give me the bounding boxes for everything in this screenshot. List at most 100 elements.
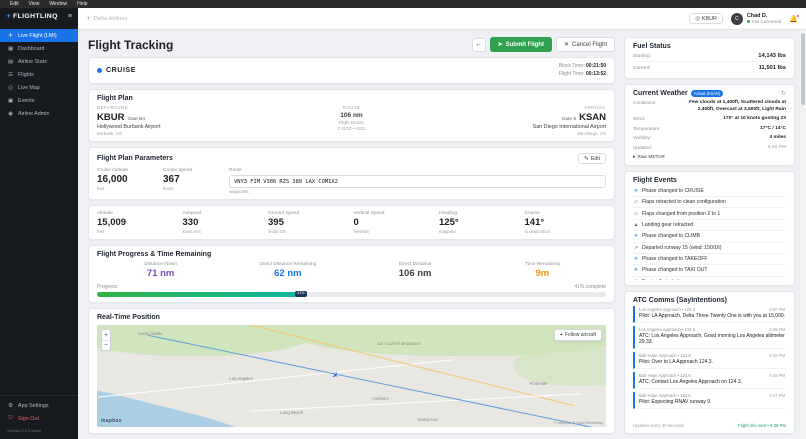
raw-metar-toggle[interactable]: ▸ Raw METAR	[633, 155, 786, 160]
app-logo: FLIGHTLINQ	[13, 13, 58, 20]
map-attribution: © Mapbox © OpenStreetMap	[553, 421, 603, 425]
notifications-bell-icon[interactable]: 🔔	[789, 13, 800, 23]
menu-view[interactable]: View	[29, 1, 40, 7]
connected-dot-icon	[746, 20, 750, 24]
flight-plan-parameters-card: Flight Plan Parameters ✎ Edit Cruise Alt…	[88, 147, 615, 200]
sidebar-item-airline-stats[interactable]: ▤ Airline Stats	[0, 55, 78, 68]
weather-temperature-row: Temperature: 17°C / 14°C	[633, 125, 786, 131]
metric-heading: Heading 125° magnetic	[439, 211, 459, 234]
cruise-altitude-block: Cruise Altitude 16,000 feet	[97, 168, 149, 194]
pencil-icon: ✎	[584, 155, 589, 162]
close-icon: ✕	[563, 42, 569, 48]
cruise-speed-value: 367	[163, 174, 180, 185]
metric-ground-speed: Ground Speed 395 knots GS	[268, 211, 300, 234]
page-scrollbar-thumb[interactable]	[801, 33, 805, 105]
phase-card: CRUISE Block Time: 00:21:50 Flight Time:…	[88, 57, 615, 84]
plane-icon: ✈	[8, 32, 13, 39]
flight-time-label: Flight Time:	[558, 70, 585, 77]
departure-block: DEPARTURE KBUR Gate B4 Hollywood Burbank…	[97, 105, 267, 136]
refresh-icon[interactable]: ↻	[781, 90, 786, 97]
progress-card: Flight Progress & Time Remaining Distanc…	[88, 245, 615, 303]
sign-out-icon: ⎋	[8, 415, 13, 421]
cruise-altitude-value: 16,000	[97, 174, 128, 185]
menu-help[interactable]: Help	[77, 1, 87, 7]
logo-row: ✈ FLIGHTLINQ ≡	[0, 8, 78, 24]
menu-window[interactable]: Window	[49, 1, 67, 7]
back-button[interactable]: ←	[471, 37, 486, 52]
chart-icon: ▤	[7, 58, 14, 65]
flight-time-value: 00:13:52	[585, 70, 606, 77]
user-menu[interactable]: C Chad D. Sim Connected	[730, 12, 781, 25]
list-icon: ☰	[8, 71, 13, 78]
sidebar-item-dashboard[interactable]: ▦ Dashboard	[0, 42, 78, 55]
atc-messages-list[interactable]: Los Angeles Approach • 124.3 6:50 PM Pil…	[633, 305, 786, 421]
atc-message: Los Angeles Approach • 124.3 6:49 PM ATC…	[633, 325, 786, 350]
zoom-in-button[interactable]: +	[102, 330, 110, 340]
metric-course: Course 141° to destination	[524, 211, 551, 234]
atc-message: Bob Hope Approach • 124.6 6:47 PM Pilot:…	[633, 392, 786, 410]
airport-button[interactable]: ◎ KBUR	[689, 13, 723, 24]
admin-icon: ◉	[8, 110, 13, 117]
sidebar-item-sign-out[interactable]: ⎋ Sign Out	[0, 412, 78, 425]
airline-indicator[interactable]: ✈ Delta Airlines	[86, 16, 127, 22]
event-row: ▲ Landing gear retracted	[633, 220, 786, 232]
menu-edit[interactable]: Edit	[10, 1, 19, 7]
flight-events-card: Flight Events ✈ Phase changed to CRUISE …	[624, 170, 795, 286]
arrival-block: ARRIVAL Gate 9 KSAN San Diego Internatio…	[436, 105, 606, 136]
sidebar-item-live-map[interactable]: ◎ Live Map	[0, 81, 78, 94]
cancel-flight-button[interactable]: ✕ Cancel Flight	[555, 37, 615, 52]
sidebar-item-live-flight[interactable]: ✈ Live Flight (LMI)	[0, 29, 78, 42]
app-version: Version 0.2.5 beta2	[7, 428, 42, 433]
sidebar-item-airline-admin[interactable]: ◉ Airline Admin	[0, 107, 78, 120]
atc-update-interval: Updates every 30 seconds	[633, 423, 684, 428]
atc-message: Bob Hope Approach • 124.6 6:48 PM ATC: C…	[633, 372, 786, 390]
fuel-status-card: Fuel Status Starting: 14,143 lbs Current…	[624, 37, 795, 79]
map-label: Santa Clarita	[137, 331, 163, 337]
map-label: Santa Ana	[417, 416, 438, 422]
event-row: ✈ Phase changed to CRUISE	[633, 186, 786, 198]
aircraft-registration: C-GGZ • A321	[337, 126, 366, 131]
sidebar-item-flights[interactable]: ☰ Flights	[0, 68, 78, 81]
metric-vertical-speed: Vertical Speed 0 feet/min	[353, 211, 385, 234]
current-weather-card: Current Weather Arrival (KSAN) ↻ Conditi…	[624, 84, 795, 166]
atc-message: Bob Hope Approach • 124.6 6:49 PM Pilot:…	[633, 352, 786, 370]
progress-bar-fill: 41%	[97, 291, 307, 297]
stat-direct-distance: Direct Distance 106 nm	[398, 262, 432, 279]
gear-icon: ⚙	[8, 402, 13, 409]
fuel-title: Fuel Status	[633, 43, 671, 50]
edit-parameters-button[interactable]: ✎ Edit	[578, 153, 606, 164]
departure-airport: Hollywood Burbank Airport	[97, 124, 161, 130]
map-canvas[interactable]: Santa Clarita San Gabriel Mountains Los …	[97, 325, 606, 427]
progress-bar: 41%	[97, 291, 606, 297]
route-block: ROUTE 106 nm Flight DA321 C-GGZ • A321	[267, 105, 437, 136]
hamburger-menu-icon[interactable]: ≡	[68, 13, 72, 20]
route-waypoints-block: Route VNY3 FIM V386 RZS 388 LAX COMIX2 w…	[229, 168, 606, 194]
atc-message: Los Angeles Approach • 124.3 6:50 PM Pil…	[633, 305, 786, 323]
sidebar-item-events[interactable]: ▣ Events	[0, 94, 78, 107]
event-icon: ▱	[634, 199, 638, 206]
airline-plane-icon: ✈	[86, 15, 91, 22]
event-row: ✈ Phase changed to CLIMB	[633, 231, 786, 243]
avatar: C	[730, 12, 743, 25]
stat-distance-remaining: Direct Distance Remaining 62 nm	[259, 262, 317, 279]
follow-aircraft-button[interactable]: ⌖ Follow aircraft	[554, 329, 602, 341]
flight-events-list[interactable]: ✈ Phase changed to CRUISE ▱ Flaps retrac…	[633, 186, 786, 280]
arrival-gate: Gate 9	[561, 117, 577, 122]
metric-airspeed: Airspeed 330 knots IAS	[182, 211, 202, 234]
departure-gate: Gate B4	[127, 117, 146, 122]
tower-icon: ◎	[695, 15, 700, 22]
flight-number: Flight DA321	[338, 120, 365, 125]
flightlinq-logo-icon: ✈	[6, 14, 12, 20]
zoom-out-button[interactable]: −	[102, 340, 110, 350]
event-row: ⚙ Engine 1 started	[633, 277, 786, 280]
map-label: Riverside	[529, 381, 548, 387]
map-label: Los Angeles	[229, 376, 253, 381]
event-row: ↗ Departed runway 15 (wind: 150/16)	[633, 243, 786, 254]
page-scrollbar[interactable]	[800, 30, 806, 439]
cruise-speed-block: Cruise Speed 367 knots	[163, 168, 215, 194]
event-icon: ▲	[633, 221, 639, 228]
submit-flight-button[interactable]: ➤ Submit Flight	[489, 37, 552, 52]
weather-updated-row: Updated: 6:46 PM	[633, 145, 786, 151]
sidebar-item-app-settings[interactable]: ⚙ App Settings	[0, 399, 78, 412]
topbar: ✈ Delta Airlines ◎ KBUR C Chad D. Sim Co…	[78, 8, 806, 30]
